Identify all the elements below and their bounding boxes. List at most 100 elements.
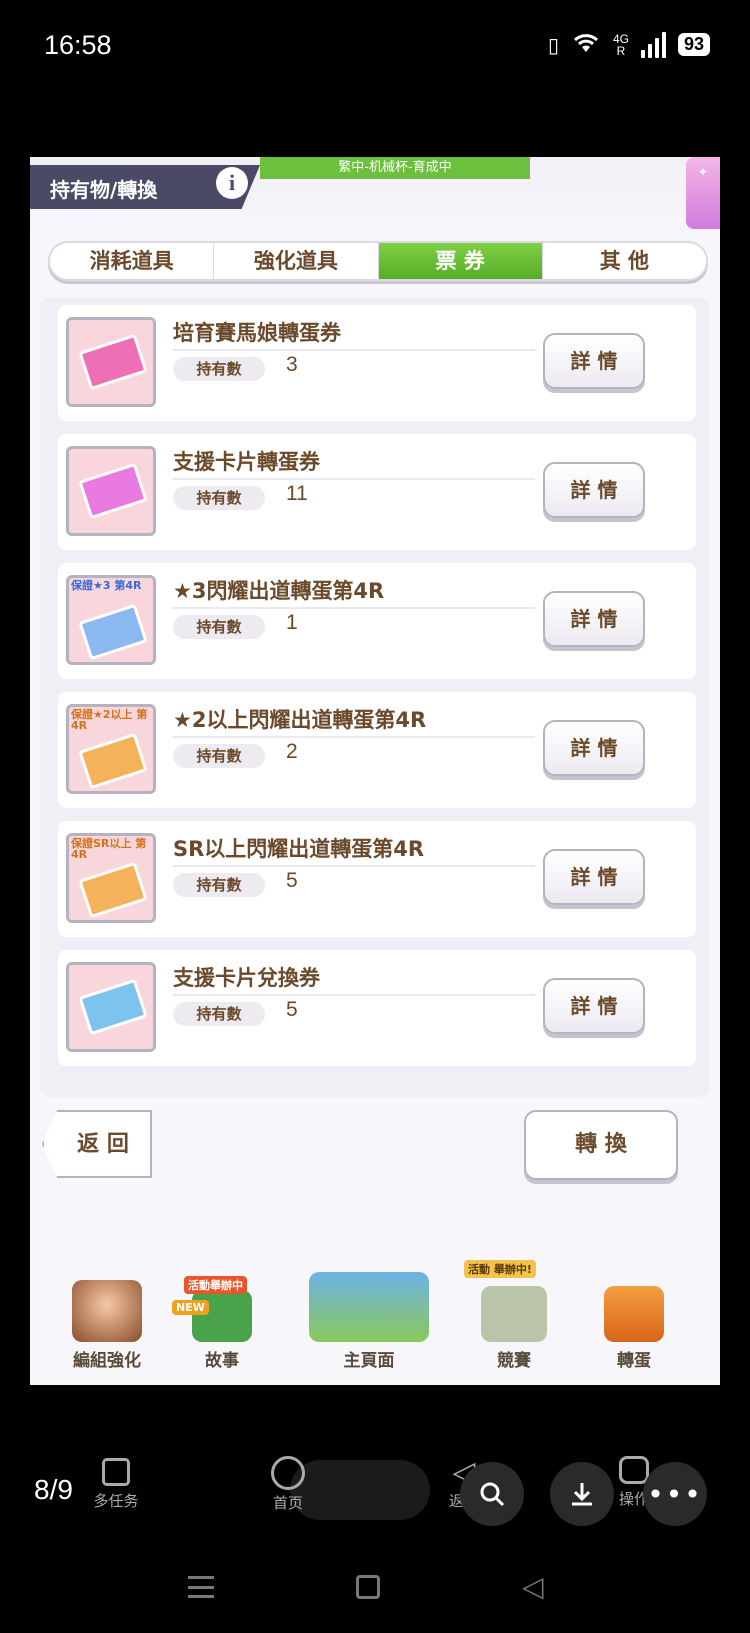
multitask-button[interactable]: 多任务 <box>86 1458 146 1511</box>
ticket-shape <box>78 333 148 391</box>
detail-button[interactable]: 詳 情 <box>543 462 645 518</box>
home-building-icon <box>309 1272 429 1342</box>
count-label: 持有數 <box>173 873 265 897</box>
ticket-tag: 保證★2以上 第4R <box>71 708 148 732</box>
count-value: 11 <box>286 482 308 505</box>
count-value: 5 <box>286 998 298 1021</box>
status-icons: ▯ 4G R 93 <box>548 30 710 59</box>
ticket-icon <box>66 446 156 536</box>
count-label: 持有數 <box>173 615 265 639</box>
item-name: ★2以上閃耀出道轉蛋第4R <box>173 708 427 732</box>
recents-icon[interactable] <box>356 1575 380 1599</box>
divider <box>173 736 535 738</box>
count-value: 1 <box>286 611 298 634</box>
list-item: 支援卡片轉蛋券 持有數 11 詳 情 <box>58 434 696 550</box>
battery-icon: 93 <box>677 33 710 56</box>
detail-button[interactable]: 詳 情 <box>543 849 645 905</box>
multitask-label: 多任务 <box>93 1492 139 1510</box>
status-time: 16:58 <box>44 30 112 60</box>
count-value: 2 <box>286 740 298 763</box>
list-item: 支援卡片兌換券 持有數 5 詳 情 <box>58 950 696 1066</box>
event-banner: 繁中-机械杯-育成中 <box>260 157 530 179</box>
nav-home[interactable]: 主頁面 <box>294 1272 444 1371</box>
item-name: SR以上閃耀出道轉蛋第4R <box>173 837 425 861</box>
back-button[interactable]: 返 回 <box>42 1110 152 1178</box>
count-label: 持有數 <box>173 486 265 510</box>
detail-button[interactable]: 詳 情 <box>543 333 645 389</box>
home-label: 首页 <box>272 1494 303 1512</box>
network-type: 4G R <box>613 33 629 57</box>
ticket-icon: 保證★2以上 第4R <box>66 704 156 794</box>
ticket-icon: 保證SR以上 第4R <box>66 833 156 923</box>
nav-team-enhance[interactable]: 編組強化 <box>52 1280 162 1371</box>
book-icon <box>192 1290 252 1342</box>
racecourse-icon <box>481 1286 547 1342</box>
ticket-list: 培育賽馬娘轉蛋券 持有數 3 詳 情 支援卡片轉蛋券 持有數 11 詳 情 保證… <box>40 297 710 1097</box>
list-item: 保證★2以上 第4R ★2以上閃耀出道轉蛋第4R 持有數 2 詳 情 <box>58 692 696 808</box>
more-button[interactable]: ••• <box>643 1462 707 1526</box>
ticket-tag: 保證SR以上 第4R <box>71 837 147 861</box>
detail-button[interactable]: 詳 情 <box>543 720 645 776</box>
item-name: 支援卡片兌換券 <box>173 966 320 990</box>
vibrate-icon: ▯ <box>547 32 559 57</box>
menu-icon[interactable] <box>188 1576 214 1598</box>
download-icon <box>572 1483 592 1506</box>
divider <box>173 865 535 867</box>
game-screen: 繁中-机械杯-育成中 持有物/轉換 i ✦ 消耗道具 強化道具 票 券 其 他 … <box>30 157 720 1385</box>
ticket-shape <box>78 603 148 661</box>
corner-event-badge[interactable]: ✦ <box>686 157 720 229</box>
circle-icon <box>271 1456 305 1490</box>
ticket-shape <box>78 861 148 919</box>
detail-button[interactable]: 詳 情 <box>543 591 645 647</box>
count-label: 持有數 <box>173 357 265 381</box>
character-icon <box>72 1280 142 1342</box>
item-name: 支援卡片轉蛋券 <box>173 450 320 474</box>
divider <box>173 478 535 480</box>
detail-button[interactable]: 詳 情 <box>543 978 645 1034</box>
search-icon <box>480 1482 505 1507</box>
count-value: 5 <box>286 869 298 892</box>
nav-label: 主頁面 <box>343 1351 395 1371</box>
divider <box>173 349 535 351</box>
info-button[interactable]: i <box>216 167 248 199</box>
divider <box>173 994 535 996</box>
event-badge: 活動舉辦中 <box>184 1276 247 1294</box>
network-label: 4G <box>612 31 629 46</box>
convert-button[interactable]: 轉 換 <box>524 1110 678 1180</box>
screen: 16:58 ▯ 4G R 93 繁中-机械杯-育成中 持有物/轉換 i ✦ 消耗… <box>0 0 750 1633</box>
nav-gacha[interactable]: 轉蛋 <box>584 1286 684 1371</box>
count-value: 3 <box>286 353 298 376</box>
nav-label: 轉蛋 <box>617 1351 651 1371</box>
item-name: 培育賽馬娘轉蛋券 <box>173 321 341 345</box>
ops-icon <box>619 1456 649 1484</box>
nav-race[interactable]: 活動 舉辦中! 競賽 <box>464 1260 564 1371</box>
nav-label: 編組強化 <box>73 1351 141 1371</box>
count-label: 持有數 <box>173 744 265 768</box>
tab-other[interactable]: 其 他 <box>543 243 706 279</box>
lens-search-button[interactable] <box>460 1462 524 1526</box>
back-triangle-icon[interactable]: ◁ <box>522 1570 544 1603</box>
ticket-tag: 保證★3 第4R <box>71 579 142 592</box>
ticket-shape <box>78 978 148 1036</box>
divider <box>173 607 535 609</box>
roaming-label: R <box>616 43 626 58</box>
item-name: ★3閃耀出道轉蛋第4R <box>173 579 385 603</box>
more-icon: ••• <box>647 1477 703 1511</box>
count-label: 持有數 <box>173 1002 265 1026</box>
tab-tickets[interactable]: 票 券 <box>378 243 543 279</box>
image-pager: 8/9 <box>34 1474 73 1505</box>
signal-icon <box>640 31 666 58</box>
tab-enhance[interactable]: 強化道具 <box>214 243 379 279</box>
list-item: 保證SR以上 第4R SR以上閃耀出道轉蛋第4R 持有數 5 詳 情 <box>58 821 696 937</box>
ticket-icon <box>66 317 156 407</box>
tab-consumables[interactable]: 消耗道具 <box>50 243 215 279</box>
ticket-shape <box>78 732 148 790</box>
game-nav: 編組強化 活動舉辦中 NEW 故事 主頁面 活動 舉辦中! 競賽 轉蛋 <box>44 1260 706 1375</box>
square-icon <box>102 1458 130 1486</box>
nav-story[interactable]: 活動舉辦中 NEW 故事 <box>172 1276 272 1371</box>
category-tabs: 消耗道具 強化道具 票 券 其 他 <box>48 241 708 281</box>
nav-label: 競賽 <box>497 1351 531 1371</box>
gacha-icon <box>604 1286 664 1342</box>
home-button[interactable]: 首页 <box>258 1456 318 1513</box>
ticket-icon <box>66 962 156 1052</box>
